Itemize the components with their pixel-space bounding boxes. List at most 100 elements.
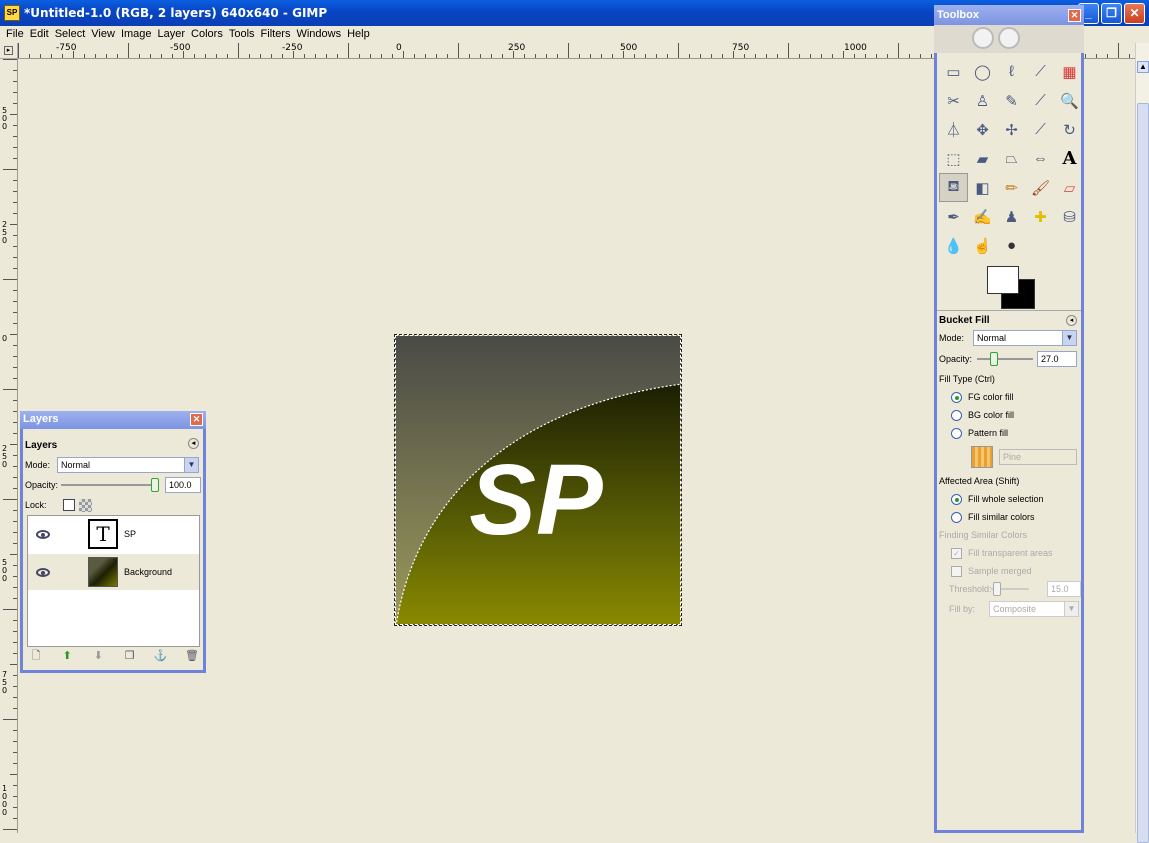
perspective-clone-icon[interactable]: ⛁ [1055, 202, 1084, 231]
zoom-icon[interactable]: 🔍 [1055, 86, 1084, 115]
smudge-icon[interactable]: ☝ [968, 231, 997, 260]
fill-by-combo[interactable]: Composite ▼ [989, 601, 1079, 617]
layers-header-row: Layers ◂ [23, 435, 203, 455]
menu-windows[interactable]: Windows [296, 26, 347, 43]
rotate-icon[interactable]: ↻ [1055, 115, 1084, 144]
flip-icon[interactable]: ⇔ [1026, 144, 1055, 173]
image-canvas[interactable]: SP [394, 334, 682, 626]
menu-file[interactable]: File [6, 26, 30, 43]
eye-icon[interactable] [36, 567, 50, 577]
layer-list[interactable]: T SP Background [27, 515, 200, 647]
paths-icon[interactable]: ✎ [997, 86, 1026, 115]
radio[interactable] [951, 409, 962, 421]
scroll-up-icon[interactable]: ▲ [1137, 61, 1149, 73]
menu-image[interactable]: Image [121, 26, 158, 43]
rect-select-icon[interactable]: ▭ [939, 57, 968, 86]
foreground-select-icon[interactable]: ♙ [968, 86, 997, 115]
fill-transparent-option[interactable]: ✓ Fill transparent areas [939, 544, 1079, 562]
dodge-burn-icon[interactable]: ● [997, 231, 1026, 260]
heal-icon[interactable]: ✚ [1026, 202, 1055, 231]
lock-alpha-icon[interactable] [78, 498, 92, 512]
eraser-icon[interactable]: ▱ [1055, 173, 1084, 202]
delete-layer-icon[interactable]: 🗑 [185, 649, 199, 663]
menu-help[interactable]: Help [347, 26, 376, 43]
close-layers-button[interactable]: ✕ [190, 413, 203, 426]
sample-merged-option[interactable]: Sample merged [939, 562, 1079, 580]
fill-opacity-slider[interactable] [977, 358, 1033, 360]
lower-layer-icon[interactable]: ⬇ [91, 649, 105, 663]
close-button[interactable]: ✕ [1124, 3, 1145, 24]
layers-mode-combo[interactable]: Normal ▼ [57, 457, 199, 473]
move-icon[interactable]: ✥ [968, 115, 997, 144]
checkbox-checked[interactable]: ✓ [951, 547, 962, 559]
radio[interactable] [951, 511, 962, 523]
checkbox[interactable] [951, 565, 962, 577]
fill-similar-option[interactable]: Fill similar colors [939, 508, 1079, 526]
raise-layer-icon[interactable]: ⬆ [60, 649, 74, 663]
ink-icon[interactable]: ✍ [968, 202, 997, 231]
pencil-icon[interactable]: ✏ [997, 173, 1026, 202]
by-color-select-icon[interactable]: ▦ [1055, 57, 1084, 86]
radio-selected[interactable] [951, 493, 962, 505]
bucket-fill-icon[interactable]: ⛾ [939, 173, 968, 202]
opacity-spin[interactable]: 100.0 [165, 477, 201, 493]
threshold-spin[interactable]: 15.0 [1047, 581, 1081, 597]
clone-icon[interactable]: ♟ [997, 202, 1026, 231]
new-layer-icon[interactable]: 🗋 [29, 649, 43, 663]
tab-menu-icon[interactable]: ◂ [188, 438, 199, 449]
measure-icon[interactable]: ⏃ [939, 115, 968, 144]
crop-icon[interactable]: ⟋ [1026, 115, 1055, 144]
fuzzy-select-icon[interactable]: ⟋ [1026, 57, 1055, 86]
gimp-app-icon[interactable]: SP [4, 5, 20, 21]
ruler-tick [634, 54, 635, 58]
ruler-corner[interactable]: ▸ [0, 43, 18, 59]
radio-selected[interactable] [951, 391, 962, 403]
paintbrush-icon[interactable]: 🖌 [1026, 173, 1055, 202]
scissors-icon[interactable]: ✂ [939, 86, 968, 115]
lock-pixels-checkbox[interactable] [62, 499, 75, 511]
fg-fill-option[interactable]: FG color fill [939, 388, 1079, 406]
menu-tools[interactable]: Tools [229, 26, 261, 43]
close-toolbox-button[interactable]: ✕ [1068, 9, 1081, 22]
fill-opacity-spin[interactable]: 27.0 [1037, 351, 1077, 367]
eye-icon[interactable] [36, 529, 50, 539]
ruler-label: -500 [170, 43, 191, 53]
align-icon[interactable]: ✢ [997, 115, 1026, 144]
fill-whole-option[interactable]: Fill whole selection [939, 490, 1079, 508]
blur-icon[interactable]: 💧 [939, 231, 968, 260]
opacity-slider[interactable] [61, 484, 155, 486]
layer-row[interactable]: Background [28, 554, 199, 590]
scale-icon[interactable]: ⬚ [939, 144, 968, 173]
scroll-thumb[interactable] [1137, 103, 1149, 843]
tab-menu-icon[interactable]: ◂ [1066, 315, 1077, 326]
menu-view[interactable]: View [91, 26, 121, 43]
opacity-slider-thumb[interactable] [151, 478, 159, 492]
ellipse-select-icon[interactable]: ◯ [968, 57, 997, 86]
pattern-swatch[interactable] [971, 446, 993, 468]
maximize-button[interactable]: ❐ [1101, 3, 1122, 24]
vertical-ruler[interactable]: 5 0 0 2 5 0 0 2 5 0 5 0 0 7 5 0 1 0 0 0 [0, 59, 18, 833]
fill-mode-combo[interactable]: Normal ▼ [973, 330, 1077, 346]
anchor-layer-icon[interactable]: ⚓ [154, 649, 168, 663]
menu-select[interactable]: Select [55, 26, 92, 43]
airbrush-icon[interactable]: ✒ [939, 202, 968, 231]
text-tool-icon[interactable]: A [1055, 144, 1084, 173]
vertical-scrollbar[interactable]: ▲ [1135, 43, 1149, 843]
blend-icon[interactable]: ◧ [968, 173, 997, 202]
free-select-icon[interactable]: ℓ [997, 57, 1026, 86]
menu-layer[interactable]: Layer [158, 26, 192, 43]
shear-icon[interactable]: ▰ [968, 144, 997, 173]
fill-opacity-slider-thumb[interactable] [989, 352, 998, 366]
bg-fill-option[interactable]: BG color fill [939, 406, 1079, 424]
menu-filters[interactable]: Filters [261, 26, 297, 43]
threshold-slider-thumb[interactable] [992, 582, 1001, 596]
color-picker-icon[interactable]: ⟋ [1026, 86, 1055, 115]
layer-row[interactable]: T SP [28, 516, 199, 552]
menu-colors[interactable]: Colors [191, 26, 229, 43]
perspective-icon[interactable]: ⏢ [997, 144, 1026, 173]
radio[interactable] [951, 427, 962, 439]
pattern-fill-option[interactable]: Pattern fill [939, 424, 1079, 442]
menu-edit[interactable]: Edit [30, 26, 55, 43]
duplicate-layer-icon[interactable]: ❐ [123, 649, 137, 663]
foreground-color-swatch[interactable] [987, 266, 1019, 294]
